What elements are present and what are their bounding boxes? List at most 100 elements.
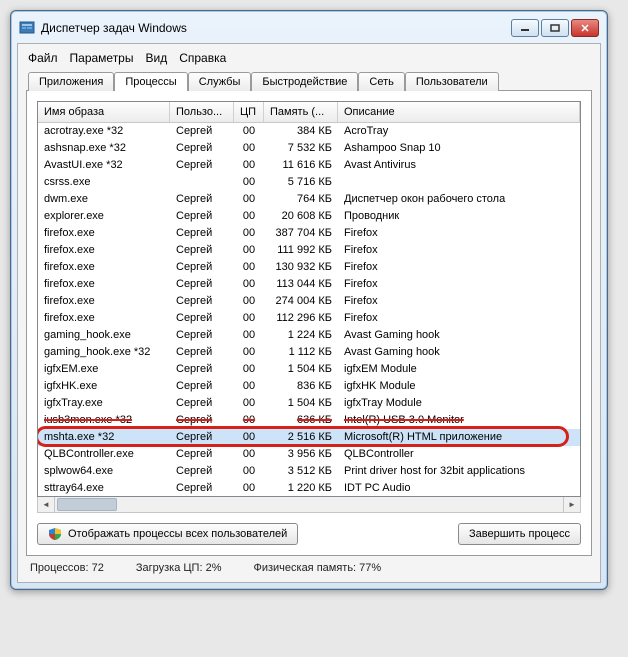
table-row[interactable]: firefox.exeСергей00274 004 КБFirefox — [38, 293, 580, 310]
scroll-thumb[interactable] — [57, 498, 117, 511]
scroll-right-arrow[interactable]: ► — [563, 497, 580, 512]
col-image-name[interactable]: Имя образа — [38, 102, 170, 122]
process-cpu: 00 — [234, 191, 264, 208]
table-row[interactable]: sttray64.exeСергей001 220 КБIDT PC Audio — [38, 480, 580, 495]
process-user: Сергей — [170, 327, 234, 344]
process-image-name: igfxTray.exe — [38, 395, 170, 412]
table-row[interactable]: firefox.exeСергей00387 704 КБFirefox — [38, 225, 580, 242]
table-row[interactable]: igfxEM.exeСергей001 504 КБigfxEM Module — [38, 361, 580, 378]
process-user: Сергей — [170, 276, 234, 293]
process-user: Сергей — [170, 395, 234, 412]
process-memory: 11 616 КБ — [264, 157, 338, 174]
table-row[interactable]: firefox.exeСергей00112 296 КБFirefox — [38, 310, 580, 327]
process-description: Firefox — [338, 276, 580, 293]
table-row[interactable]: explorer.exeСергей0020 608 КБПроводник — [38, 208, 580, 225]
process-user: Сергей — [170, 157, 234, 174]
tab-applications[interactable]: Приложения — [28, 72, 114, 91]
table-row[interactable]: igfxHK.exeСергей00836 КБigfxHK Module — [38, 378, 580, 395]
process-description: igfxTray Module — [338, 395, 580, 412]
show-all-users-label: Отображать процессы всех пользователей — [68, 528, 287, 540]
table-row[interactable]: acrotray.exe *32Сергей00384 КБAcroTray — [38, 123, 580, 140]
table-row[interactable]: gaming_hook.exe *32Сергей001 112 КБAvast… — [38, 344, 580, 361]
table-row[interactable]: QLBController.exeСергей003 956 КБQLBCont… — [38, 446, 580, 463]
table-row[interactable]: gaming_hook.exeСергей001 224 КБAvast Gam… — [38, 327, 580, 344]
tab-services[interactable]: Службы — [188, 72, 252, 91]
process-memory: 111 992 КБ — [264, 242, 338, 259]
process-user — [170, 174, 234, 191]
table-row[interactable]: firefox.exeСергей00130 932 КБFirefox — [38, 259, 580, 276]
process-image-name: igfxHK.exe — [38, 378, 170, 395]
process-image-name: dwm.exe — [38, 191, 170, 208]
process-image-name: firefox.exe — [38, 276, 170, 293]
process-memory: 384 КБ — [264, 123, 338, 140]
process-cpu: 00 — [234, 327, 264, 344]
table-row[interactable]: ashsnap.exe *32Сергей007 532 КБAshampoo … — [38, 140, 580, 157]
end-process-button[interactable]: Завершить процесс — [458, 523, 581, 545]
table-row[interactable]: AvastUI.exe *32Сергей0011 616 КБAvast An… — [38, 157, 580, 174]
process-cpu: 00 — [234, 463, 264, 480]
process-image-name: igfxEM.exe — [38, 361, 170, 378]
show-all-users-button[interactable]: Отображать процессы всех пользователей — [37, 523, 298, 545]
table-row[interactable]: firefox.exeСергей00111 992 КБFirefox — [38, 242, 580, 259]
shield-icon — [48, 527, 62, 541]
status-bar: Процессов: 72 Загрузка ЦП: 2% Физическая… — [26, 556, 592, 574]
process-description: Microsoft(R) HTML приложение — [338, 429, 580, 446]
process-user: Сергей — [170, 191, 234, 208]
table-body[interactable]: acrotray.exe *32Сергей00384 КБAcroTrayas… — [38, 123, 580, 495]
scroll-left-arrow[interactable]: ◄ — [38, 497, 55, 512]
table-row[interactable]: firefox.exeСергей00113 044 КБFirefox — [38, 276, 580, 293]
table-row[interactable]: iusb3mon.exe *32Сергей00636 КБIntel(R) U… — [38, 412, 580, 429]
col-user[interactable]: Пользо... — [170, 102, 234, 122]
process-cpu: 00 — [234, 140, 264, 157]
table-row[interactable]: mshta.exe *32Сергей002 516 КБMicrosoft(R… — [38, 429, 580, 446]
maximize-button[interactable] — [541, 19, 569, 37]
minimize-button[interactable] — [511, 19, 539, 37]
process-image-name: firefox.exe — [38, 293, 170, 310]
process-memory: 636 КБ — [264, 412, 338, 429]
tab-users[interactable]: Пользователи — [405, 72, 499, 91]
close-button[interactable] — [571, 19, 599, 37]
process-user: Сергей — [170, 463, 234, 480]
menu-file[interactable]: Файл — [28, 51, 58, 65]
col-cpu[interactable]: ЦП — [234, 102, 264, 122]
process-cpu: 00 — [234, 446, 264, 463]
process-description: IDT PC Audio — [338, 480, 580, 495]
process-image-name: csrss.exe — [38, 174, 170, 191]
processes-panel: Имя образа Пользо... ЦП Память (... Опис… — [26, 90, 592, 556]
table-row[interactable]: dwm.exeСергей00764 КБДиспетчер окон рабо… — [38, 191, 580, 208]
process-cpu: 00 — [234, 242, 264, 259]
horizontal-scrollbar[interactable]: ◄ ► — [37, 496, 581, 513]
process-memory: 20 608 КБ — [264, 208, 338, 225]
process-cpu: 00 — [234, 480, 264, 495]
process-description: Avast Gaming hook — [338, 327, 580, 344]
process-cpu: 00 — [234, 276, 264, 293]
titlebar: Диспетчер задач Windows — [17, 17, 601, 43]
tab-performance[interactable]: Быстродействие — [251, 72, 358, 91]
process-image-name: explorer.exe — [38, 208, 170, 225]
process-memory: 3 956 КБ — [264, 446, 338, 463]
table-row[interactable]: csrss.exe005 716 КБ — [38, 174, 580, 191]
process-cpu: 00 — [234, 259, 264, 276]
table-row[interactable]: splwow64.exeСергей003 512 КБPrint driver… — [38, 463, 580, 480]
process-memory: 1 112 КБ — [264, 344, 338, 361]
col-memory[interactable]: Память (... — [264, 102, 338, 122]
menu-help[interactable]: Справка — [179, 51, 226, 65]
table-row[interactable]: igfxTray.exeСергей001 504 КБigfxTray Mod… — [38, 395, 580, 412]
process-image-name: AvastUI.exe *32 — [38, 157, 170, 174]
col-description[interactable]: Описание — [338, 102, 580, 122]
process-image-name: firefox.exe — [38, 242, 170, 259]
process-memory: 5 716 КБ — [264, 174, 338, 191]
process-memory: 2 516 КБ — [264, 429, 338, 446]
process-memory: 836 КБ — [264, 378, 338, 395]
tab-processes[interactable]: Процессы — [114, 72, 187, 91]
process-image-name: firefox.exe — [38, 225, 170, 242]
menu-view[interactable]: Вид — [145, 51, 167, 65]
process-user: Сергей — [170, 378, 234, 395]
tab-network[interactable]: Сеть — [358, 72, 404, 91]
menu-options[interactable]: Параметры — [70, 51, 134, 65]
process-memory: 1 224 КБ — [264, 327, 338, 344]
process-cpu: 00 — [234, 157, 264, 174]
process-description: Диспетчер окон рабочего стола — [338, 191, 580, 208]
process-memory: 1 504 КБ — [264, 361, 338, 378]
process-image-name: mshta.exe *32 — [38, 429, 170, 446]
